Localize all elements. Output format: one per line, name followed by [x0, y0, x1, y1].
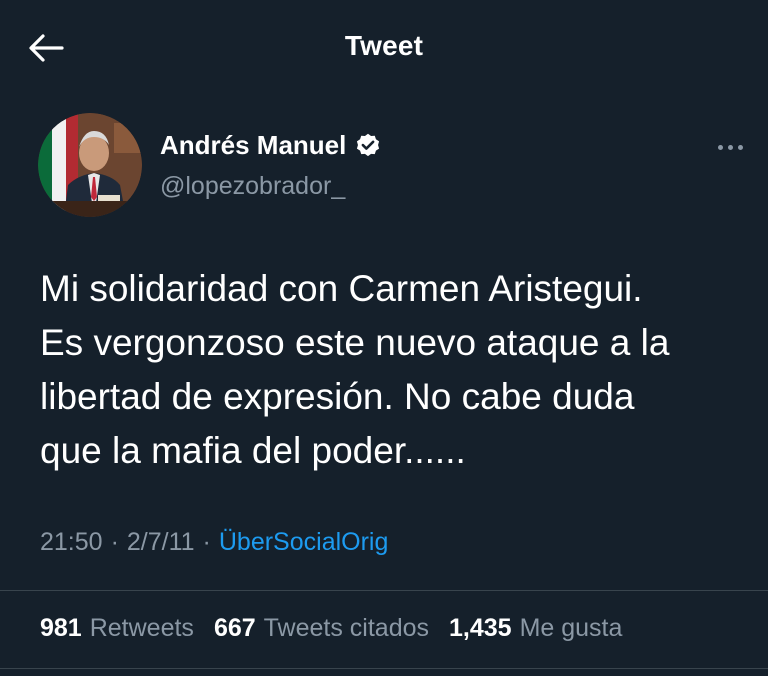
retweets-count: 981 — [40, 614, 82, 642]
likes-label: Me gusta — [519, 614, 623, 642]
more-options-button[interactable] — [710, 132, 750, 162]
top-bar: Tweet — [0, 0, 768, 96]
retweets-stat[interactable]: 981 Retweets — [40, 614, 194, 643]
author-handle[interactable]: @lopezobrador_ — [160, 172, 345, 201]
author-name: Andrés Manuel — [160, 130, 347, 160]
likes-count: 1,435 — [449, 614, 512, 642]
tweet-stats: 981 Retweets 667 Tweets citados 1,435 Me… — [40, 614, 642, 643]
tweet-source-link[interactable]: ÜberSocialOrig — [219, 528, 389, 557]
meta-separator: · — [110, 528, 119, 556]
more-dot — [737, 144, 743, 150]
avatar[interactable] — [38, 113, 142, 217]
quotes-count: 667 — [213, 614, 256, 642]
meta-separator: · — [202, 528, 211, 556]
page-title: Tweet — [344, 30, 424, 61]
avatar-image — [38, 113, 142, 217]
tweet-text: Mi solidaridad con Carmen Aristegui. Es … — [40, 268, 670, 471]
quotes-label: Tweets citados — [263, 614, 430, 642]
likes-stat[interactable]: 1,435 Me gusta — [449, 614, 622, 643]
verified-badge-icon — [357, 133, 380, 156]
retweets-label: Retweets — [89, 614, 194, 642]
tweet-meta: 21:50 · 2/7/11 · ÜberSocialOrig — [40, 528, 388, 557]
more-dot — [727, 144, 733, 150]
author-name-row[interactable]: Andrés Manuel — [160, 130, 382, 161]
tweet-date: 2/7/11 — [126, 528, 195, 556]
divider — [0, 590, 768, 591]
divider — [0, 668, 768, 669]
tweet-time: 21:50 — [40, 528, 103, 556]
more-horizontal-icon — [717, 144, 723, 150]
tweet-detail-screen: Tweet Andrés Manuel @lopezobrador_ Mi so… — [0, 0, 768, 676]
quotes-stat[interactable]: 667 Tweets citados — [214, 614, 429, 643]
